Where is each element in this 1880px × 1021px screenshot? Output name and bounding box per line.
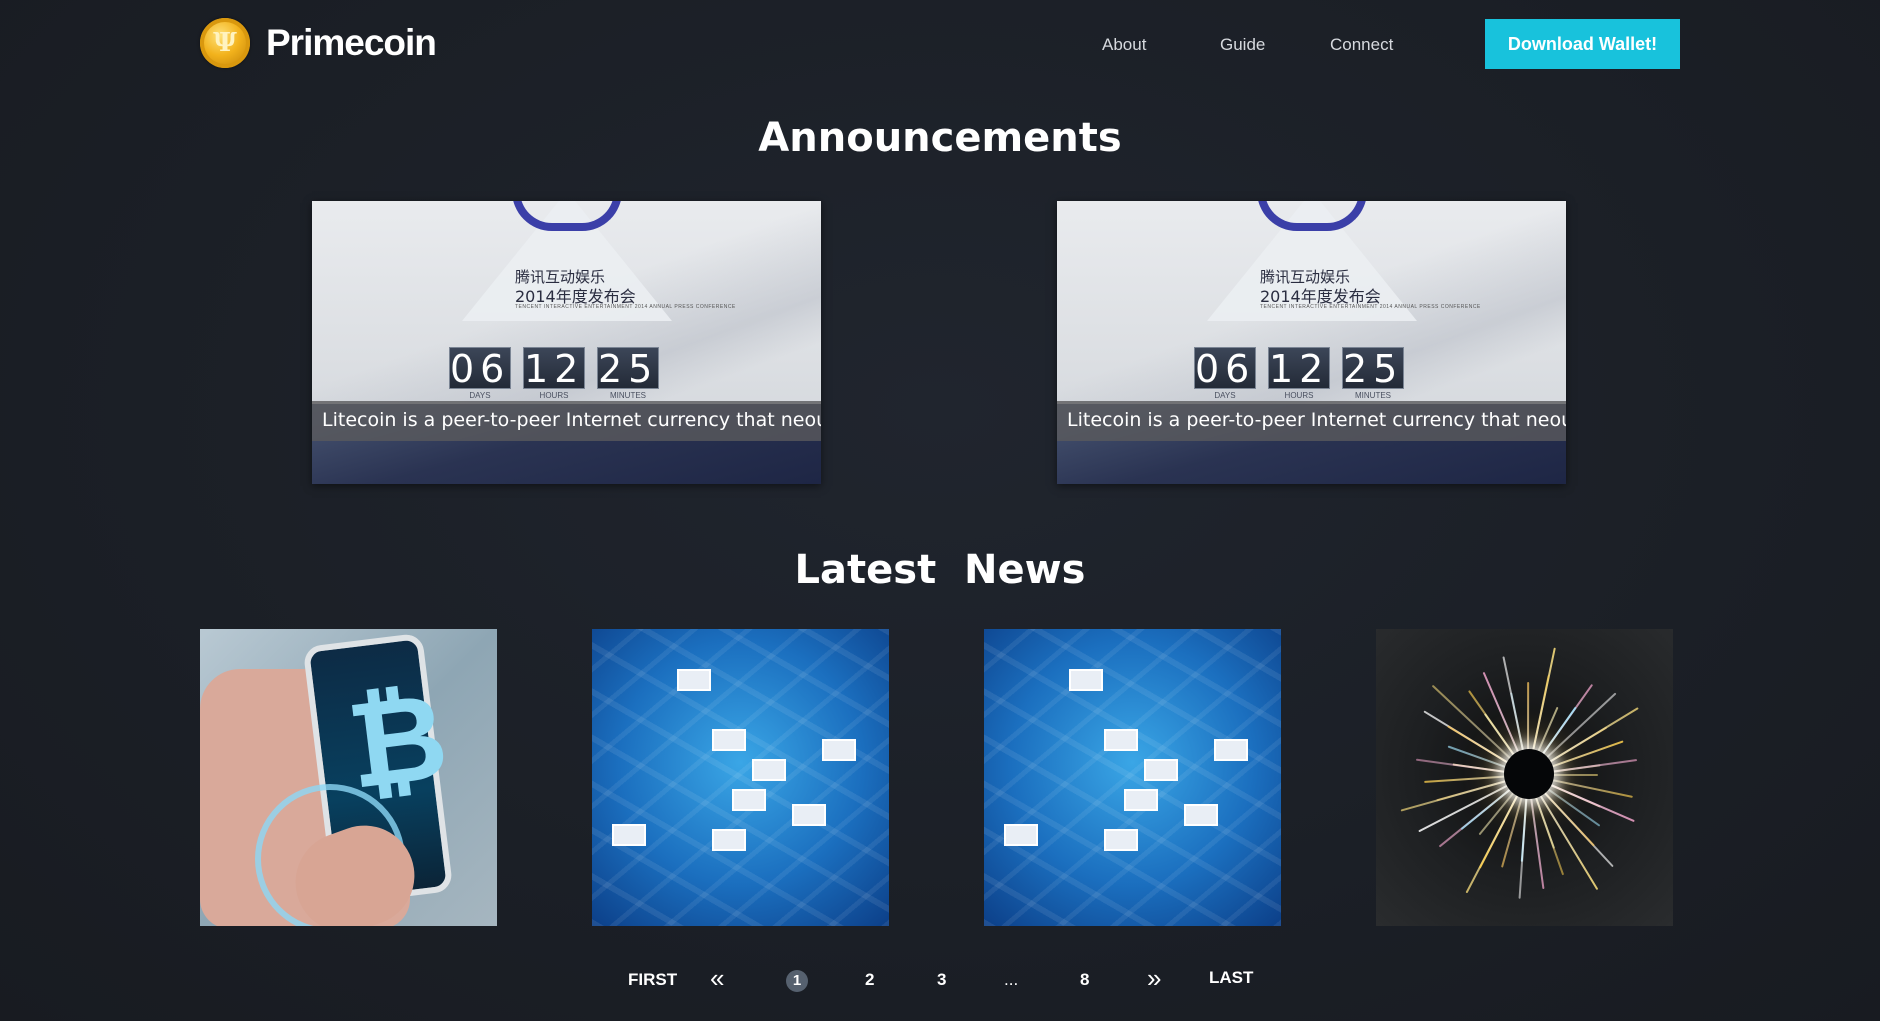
news-thumbnail-particles[interactable] (1376, 629, 1673, 926)
countdown-timer: 06 DAYS 12 HOURS 25 MINUTES (449, 347, 659, 400)
photo-tile (1124, 789, 1158, 811)
countdown-minutes: 25 MINUTES (597, 347, 659, 400)
photo-tile (822, 739, 856, 761)
countdown-days: 06 DAYS (1194, 347, 1256, 400)
days-label: DAYS (1214, 391, 1236, 400)
photo-tile (1144, 759, 1178, 781)
photo-tile (1069, 669, 1103, 691)
news-thumbnail-bitcoin[interactable]: ₿ (200, 629, 497, 926)
announcement-image: 腾讯互动娱乐 2014年度发布会 TENCENT INTERACTIVE ENT… (312, 201, 821, 484)
countdown-timer: 06 DAYS 12 HOURS 25 MINUTES (1194, 347, 1404, 400)
pagination: FIRST « 1 2 3 ... 8 » LAST (0, 965, 1880, 998)
announcement-caption: Litecoin is a peer-to-peer Internet curr… (312, 401, 821, 441)
photo-tile (732, 789, 766, 811)
photo-tile (792, 804, 826, 826)
minutes-label: MINUTES (1355, 391, 1391, 400)
days-digits: 06 (1194, 347, 1256, 391)
photo-tile (752, 759, 786, 781)
hours-label: HOURS (1284, 391, 1314, 400)
pagination-page-1[interactable]: 1 (786, 970, 808, 992)
countdown-days: 06 DAYS (449, 347, 511, 400)
minutes-digits: 25 (1342, 347, 1404, 391)
minutes-label: MINUTES (610, 391, 646, 400)
photo-tile (1104, 829, 1138, 851)
announcements-title: Announcements (758, 115, 1122, 161)
announcement-image: 腾讯互动娱乐 2014年度发布会 TENCENT INTERACTIVE ENT… (1057, 201, 1566, 484)
news-thumbnail-city[interactable] (984, 629, 1281, 926)
countdown-hours: 12 HOURS (1268, 347, 1330, 400)
hours-label: HOURS (539, 391, 569, 400)
nav-guide-link[interactable]: Guide (1220, 35, 1265, 55)
hours-digits: 12 (523, 347, 585, 391)
announcement-caption: Litecoin is a peer-to-peer Internet curr… (1057, 401, 1566, 441)
pagination-page-8[interactable]: 8 (1080, 968, 1089, 992)
logo-text: Primecoin (266, 22, 437, 63)
countdown-minutes: 25 MINUTES (1342, 347, 1404, 400)
pagination-ellipsis: ... (1004, 970, 1019, 989)
hours-digits: 12 (1268, 347, 1330, 391)
countdown-hours: 12 HOURS (523, 347, 585, 400)
photo-tile (1184, 804, 1218, 826)
coin-logo-icon: Ψ (200, 18, 250, 68)
photo-tile (677, 669, 711, 691)
download-wallet-button[interactable]: Download Wallet! (1485, 19, 1680, 69)
double-chevron-right-icon[interactable]: » (1147, 965, 1161, 991)
nav-about-link[interactable]: About (1102, 35, 1146, 55)
minutes-digits: 25 (597, 347, 659, 391)
photo-tile (712, 729, 746, 751)
photo-tile (1004, 824, 1038, 846)
nav-connect-link[interactable]: Connect (1330, 35, 1393, 55)
poster-english-line: TENCENT INTERACTIVE ENTERTAINMENT 2014 A… (515, 304, 736, 310)
announcement-card[interactable]: 腾讯互动娱乐 2014年度发布会 TENCENT INTERACTIVE ENT… (1057, 201, 1566, 484)
days-digits: 06 (449, 347, 511, 391)
photo-tile (1214, 739, 1248, 761)
photo-tile (712, 829, 746, 851)
pagination-page-3[interactable]: 3 (937, 968, 946, 992)
latest-news-title: Latest News (794, 547, 1086, 593)
days-label: DAYS (469, 391, 491, 400)
particle-core (1504, 749, 1554, 799)
announcement-card[interactable]: 腾讯互动娱乐 2014年度发布会 TENCENT INTERACTIVE ENT… (312, 201, 821, 484)
pagination-first-link[interactable]: FIRST (628, 968, 677, 992)
news-thumbnail-city[interactable] (592, 629, 889, 926)
pagination-last-link[interactable]: LAST (1209, 966, 1253, 990)
poster-english-line: TENCENT INTERACTIVE ENTERTAINMENT 2014 A… (1260, 304, 1481, 310)
pagination-page-2[interactable]: 2 (865, 968, 874, 992)
photo-tile (1104, 729, 1138, 751)
photo-tile (612, 824, 646, 846)
double-chevron-left-icon[interactable]: « (710, 965, 724, 991)
logo[interactable]: Ψ Primecoin (200, 18, 437, 68)
